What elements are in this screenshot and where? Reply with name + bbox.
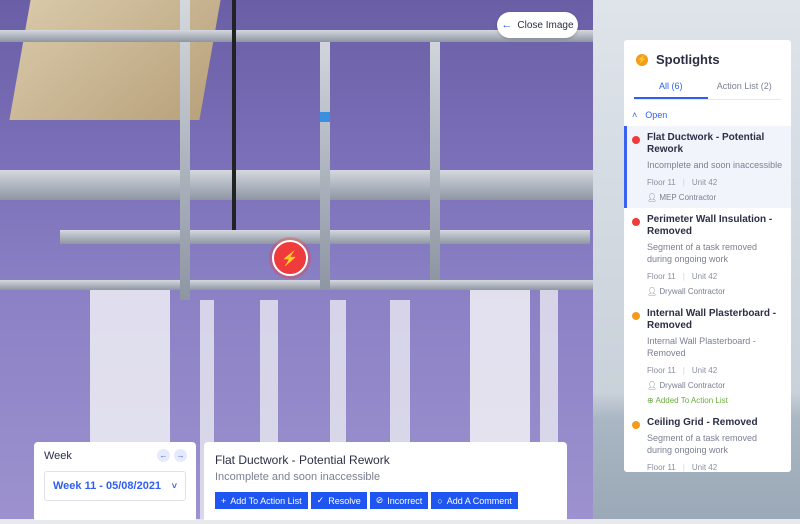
status-dot [632,218,640,226]
tab-all[interactable]: All (6) [634,76,708,99]
arrow-left-icon: ← [501,19,513,31]
item-floor: Floor 11 [647,178,676,187]
item-unit: Unit 42 [691,272,718,281]
arrow-right-icon: → [176,451,185,460]
add-comment-button[interactable]: ○ Add A Comment [431,492,518,509]
week-selected-value: Week 11 - 05/08/2021 [53,480,162,492]
incorrect-button[interactable]: ⊘ Incorrect [369,492,429,509]
spotlights-panel: ⚡ Spotlights All (6) Action List (2) ˄ Op… [624,40,791,472]
lightning-icon: ⚡ [636,53,648,66]
person-icon: 👤︎ [647,193,660,202]
ban-icon: ⊘ [375,495,384,505]
spotlight-item[interactable]: Perimeter Wall Insulation - Removed Segm… [624,208,791,302]
spotlight-marker[interactable]: ⚡ [272,240,308,276]
button-label: Add A Comment [446,495,512,506]
close-image-label: Close Image [517,19,574,31]
item-floor: Floor 11 [647,463,676,472]
button-label: Add To Action List [230,495,302,506]
spotlight-item[interactable]: Flat Ductwork - Potential Rework Incompl… [624,126,791,208]
section-label: Open [645,110,668,120]
plus-icon: + [221,495,227,506]
item-title: Ceiling Grid - Removed [647,417,758,428]
item-contractor: Drywall Contractor [659,287,726,296]
next-week-button[interactable]: → [174,449,187,462]
item-status: Added To Action List [655,396,728,405]
detail-desc: Incomplete and soon inaccessible [215,471,381,483]
item-floor: Floor 11 [647,272,676,281]
item-title: Flat Ductwork - Potential Rework [647,132,765,155]
open-section-toggle[interactable]: ˄ Open [624,100,791,120]
person-icon: 👤︎ [647,381,660,390]
item-floor: Floor 11 [647,366,676,375]
item-desc: Internal Wall Plasterboard - Removed [647,336,756,358]
panel-title: Spotlights [656,52,720,67]
item-unit: Unit 42 [691,463,718,472]
item-contractor: MEP Contractor [659,193,717,202]
arrow-left-icon: ← [159,451,168,460]
spotlight-item[interactable]: Ceiling Grid - Removed Segment of a task… [624,411,791,472]
status-dot [632,136,640,144]
week-dropdown[interactable]: Week 11 - 05/08/2021 ˅ [44,471,186,501]
item-unit: Unit 42 [691,178,718,187]
tab-action-list[interactable]: Action List (2) [708,76,782,99]
add-to-action-list-button[interactable]: + Add To Action List [215,492,308,509]
item-desc: Segment of a task removed during ongoing… [647,433,758,455]
check-icon: ✓ [316,495,325,505]
spotlight-item[interactable]: Internal Wall Plasterboard - Removed Int… [624,302,791,411]
status-dot [632,312,640,320]
spotlight-detail-card: Flat Ductwork - Potential Rework Incompl… [204,442,567,520]
item-contractor: Drywall Contractor [659,381,726,390]
button-label: Resolve [328,495,361,506]
lightning-icon: ⚡ [281,249,299,266]
chevron-up-icon: ˄ [632,110,638,120]
close-image-button[interactable]: ← Close Image [497,12,578,38]
item-title: Perimeter Wall Insulation - Removed [647,214,773,237]
status-dot [632,421,640,429]
week-selector-card: Week ← → Week 11 - 05/08/2021 ˅ [34,442,196,520]
comment-icon: ○ [437,495,443,506]
item-title: Internal Wall Plasterboard - Removed [647,308,777,331]
previous-week-button[interactable]: ← [157,449,170,462]
item-desc: Segment of a task removed during ongoing… [647,242,758,264]
detail-title: Flat Ductwork - Potential Rework [215,453,390,467]
resolve-button[interactable]: ✓ Resolve [310,492,367,509]
chevron-down-icon: ˅ [171,481,177,491]
button-label: Incorrect [387,495,423,506]
item-desc: Incomplete and soon inaccessible [647,160,783,170]
person-icon: 👤︎ [647,287,660,296]
item-unit: Unit 42 [691,366,718,375]
